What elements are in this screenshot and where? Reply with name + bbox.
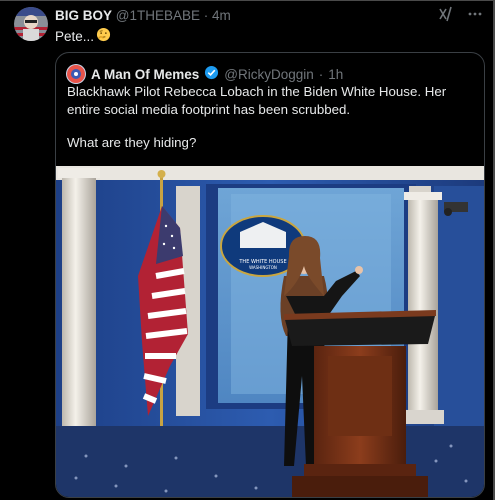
author-name[interactable]: BIG BOY — [55, 8, 112, 23]
quoted-author-handle[interactable]: @RickyDoggin — [224, 67, 313, 82]
author-avatar[interactable] — [14, 7, 48, 41]
quoted-author-avatar[interactable] — [66, 64, 86, 84]
quoted-tweet-text: Blackhawk Pilot Rebecca Lobach in the Bi… — [67, 83, 477, 152]
tweet-header: BIG BOY @1THEBABE · 4m — [55, 8, 231, 23]
quoted-tweet[interactable]: A Man Of Memes @RickyDoggin · 1h Blackha… — [55, 52, 485, 498]
tweet-text: Pete... — [55, 27, 111, 45]
quoted-tweet-header: A Man Of Memes @RickyDoggin · 1h — [66, 64, 343, 84]
quoted-tweet-paragraph-1: Blackhawk Pilot Rebecca Lobach in the Bi… — [67, 84, 447, 117]
tweet-top-actions — [437, 6, 483, 27]
separator-dot: · — [203, 8, 209, 23]
verified-badge-icon — [204, 65, 219, 83]
window-top-border — [0, 0, 495, 1]
tweet-body: Pete... — [55, 28, 95, 44]
svg-text:WASHINGTON: WASHINGTON — [249, 265, 277, 270]
quoted-author-name[interactable]: A Man Of Memes — [91, 67, 199, 82]
quoted-tweet-image[interactable]: THE WHITE HOUSE WASHINGTON — [56, 166, 484, 497]
grok-icon[interactable] — [437, 6, 453, 27]
quoted-tweet-time[interactable]: 1h — [328, 67, 343, 82]
more-options-icon[interactable] — [467, 6, 483, 27]
author-handle[interactable]: @1THEBABE — [116, 8, 200, 23]
quoted-separator-dot: · — [318, 66, 324, 82]
thinking-face-icon — [96, 27, 111, 45]
tweet-time[interactable]: 4m — [212, 8, 231, 23]
quoted-tweet-paragraph-2: What are they hiding? — [67, 135, 197, 150]
